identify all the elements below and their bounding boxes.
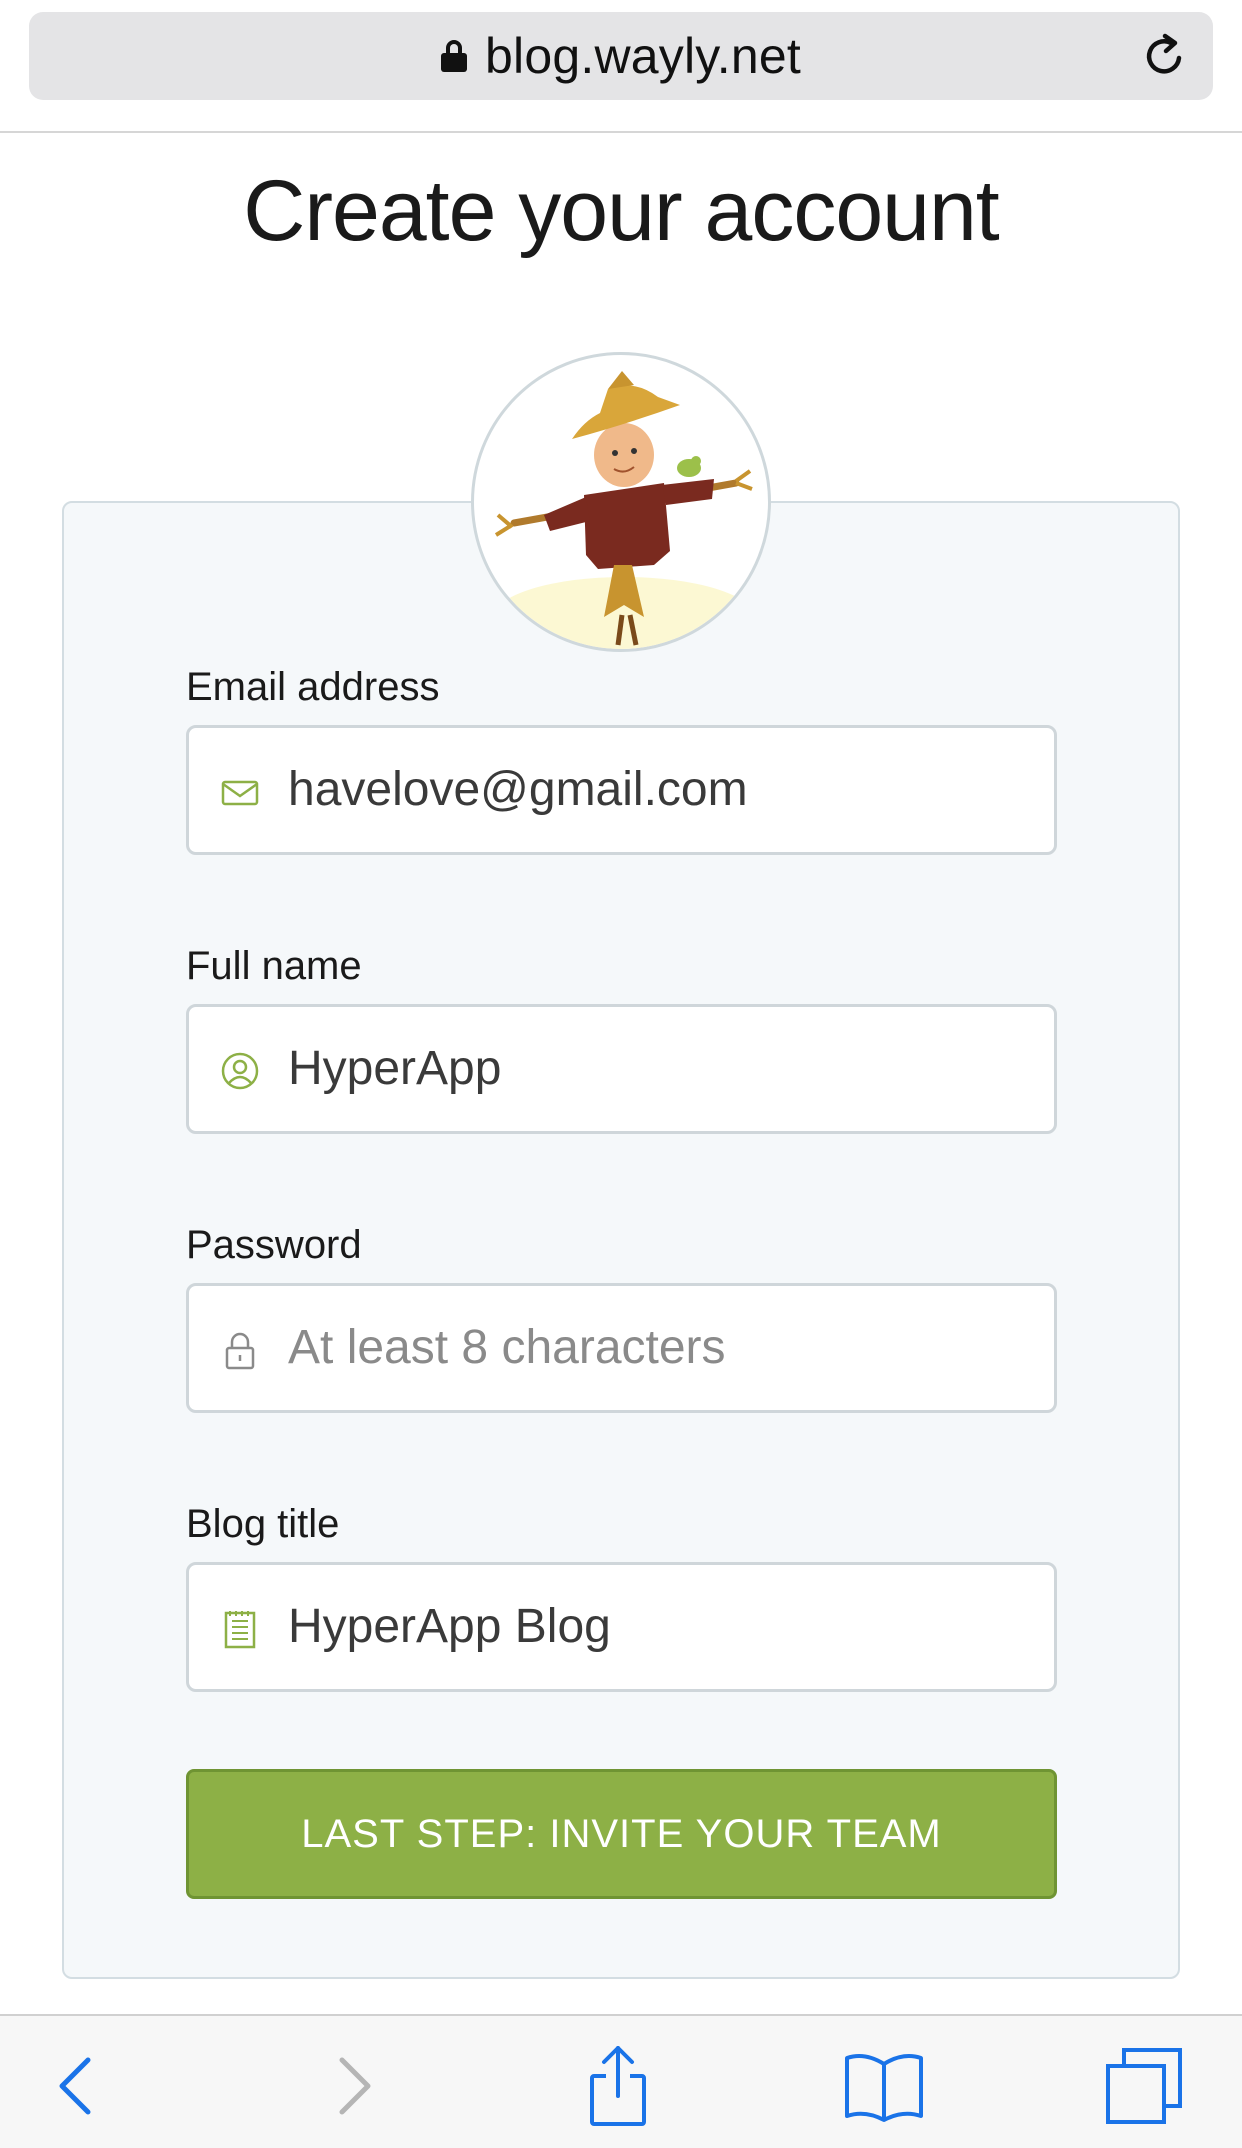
password-placeholder: At least 8 characters <box>288 1321 726 1374</box>
password-label: Password <box>186 1223 362 1267</box>
url-text[interactable]: blog.wayly.net <box>485 27 801 85</box>
back-icon[interactable] <box>38 2046 118 2126</box>
blog-title-value: HyperApp Blog <box>288 1600 611 1653</box>
full-name-label: Full name <box>186 944 362 988</box>
envelope-icon <box>221 780 259 806</box>
scarecrow-illustration <box>494 371 754 649</box>
blog-title-label: Blog title <box>186 1502 340 1546</box>
email-value: havelove@gmail.com <box>288 763 748 816</box>
address-bar[interactable]: blog.wayly.net <box>29 12 1213 100</box>
share-icon[interactable] <box>578 2046 658 2126</box>
bookmarks-icon[interactable] <box>843 2046 925 2126</box>
tabs-icon[interactable] <box>1104 2046 1184 2126</box>
email-label: Email address <box>186 665 440 709</box>
forward-icon[interactable] <box>312 2046 392 2126</box>
email-field[interactable]: havelove@gmail.com <box>186 725 1057 855</box>
address-bar-content: blog.wayly.net <box>29 12 1213 100</box>
invite-team-button[interactable]: LAST STEP: INVITE YOUR TEAM <box>186 1769 1057 1899</box>
user-icon <box>221 1052 259 1090</box>
browser-bottom-toolbar <box>0 2014 1242 2148</box>
full-name-field[interactable]: HyperApp <box>186 1004 1057 1134</box>
password-field[interactable]: At least 8 characters <box>186 1283 1057 1413</box>
blog-title-field[interactable]: HyperApp Blog <box>186 1562 1057 1692</box>
notepad-icon <box>224 1611 256 1649</box>
avatar <box>471 352 771 652</box>
lock-icon <box>441 40 468 72</box>
full-name-value: HyperApp <box>288 1042 502 1095</box>
browser-top-bar: blog.wayly.net <box>0 0 1242 133</box>
padlock-icon <box>225 1332 255 1370</box>
reload-icon[interactable] <box>1141 32 1189 80</box>
page-title: Create your account <box>243 163 999 259</box>
